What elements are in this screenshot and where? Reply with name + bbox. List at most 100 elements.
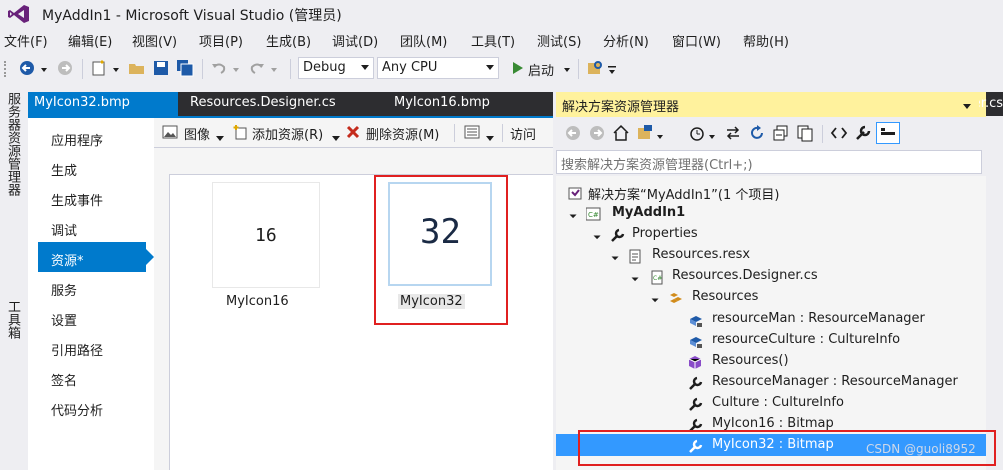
nav-active-arrow-icon: [146, 249, 154, 265]
menu-help[interactable]: 帮助(H): [743, 31, 789, 50]
undo-dropdown-icon[interactable]: [232, 63, 240, 72]
nav-item-code-analysis[interactable]: 代码分析: [51, 400, 103, 419]
overflow-tab[interactable]: er.cs: [979, 96, 1003, 111]
back-icon[interactable]: [564, 124, 582, 142]
forward-icon[interactable]: [588, 124, 606, 142]
nav-item-build[interactable]: 生成: [51, 160, 77, 179]
access-modifier-label: 访问: [510, 128, 537, 143]
start-play-icon[interactable]: [508, 59, 526, 77]
preview-selected-items-icon[interactable]: [876, 122, 900, 144]
chevron-down-icon[interactable]: [332, 131, 340, 141]
chevron-down-icon[interactable]: [963, 104, 971, 109]
menu-window[interactable]: 窗口(W): [672, 31, 721, 50]
property-icon: [688, 397, 703, 412]
solution-explorer-title: 解决方案资源管理器: [562, 100, 680, 115]
thumbnail-image: 16: [255, 225, 277, 246]
forward-icon[interactable]: [56, 59, 74, 77]
menu-build[interactable]: 生成(B): [266, 31, 311, 50]
menu-project[interactable]: 项目(P): [199, 31, 243, 50]
chevron-down-icon[interactable]: [656, 130, 664, 139]
toolbar-separator: [454, 124, 455, 142]
menu-edit[interactable]: 编辑(E): [68, 31, 112, 50]
tree-item-label: MyIcon16 : Bitmap: [712, 416, 834, 431]
toolbox-tab[interactable]: 工具箱: [3, 300, 22, 339]
home-icon[interactable]: [612, 124, 630, 142]
chevron-down-icon: [486, 65, 494, 70]
start-button-label[interactable]: 启动: [528, 60, 554, 79]
view-code-icon[interactable]: [830, 124, 848, 142]
menu-team[interactable]: 团队(M): [400, 31, 447, 50]
show-all-files-icon[interactable]: [796, 124, 814, 142]
csharp-project-icon: C#: [585, 207, 601, 222]
tab-myicon16-bmp[interactable]: MyIcon16.bmp: [388, 92, 496, 116]
open-folder-icon[interactable]: [128, 59, 146, 77]
class-icon: [668, 291, 683, 306]
toolbar-grip-icon: [4, 61, 10, 77]
menu-debug[interactable]: 调试(D): [332, 31, 378, 50]
menu-test[interactable]: 测试(S): [537, 31, 581, 50]
toolbar-separator: [502, 124, 503, 142]
refresh-icon[interactable]: [748, 124, 766, 142]
menu-tools[interactable]: 工具(T): [471, 31, 515, 50]
redo-dropdown-icon[interactable]: [270, 63, 278, 72]
switch-views-icon[interactable]: [636, 124, 654, 142]
add-resource-icon: [232, 124, 248, 140]
resource-type-image[interactable]: 图像: [184, 124, 210, 143]
resource-name-myicon16[interactable]: MyIcon16: [226, 294, 289, 309]
nav-item-settings[interactable]: 设置: [51, 310, 77, 329]
back-dropdown-icon[interactable]: [40, 63, 48, 72]
solution-icon: [568, 186, 583, 201]
chevron-down-icon[interactable]: [486, 131, 494, 141]
resx-file-icon: [628, 249, 643, 264]
standard-toolbar: Debug Any CPU 启动: [0, 53, 1003, 84]
field-icon: [688, 334, 703, 349]
server-explorer-tab[interactable]: 服务器资源管理器: [3, 92, 22, 196]
visual-studio-logo-icon: [8, 4, 30, 24]
tree-item-label: Resources.Designer.cs: [672, 268, 818, 283]
sync-with-active-document-icon[interactable]: [724, 124, 742, 142]
watermark: CSDN @guoli8952: [866, 442, 976, 456]
nav-item-debug[interactable]: 调试: [51, 220, 77, 239]
wrench-icon: [610, 228, 625, 243]
tree-item-label: ResourceManager : ResourceManager: [712, 374, 958, 389]
nav-item-application[interactable]: 应用程序: [51, 130, 103, 149]
remove-resource-button[interactable]: 删除资源(M): [366, 124, 439, 143]
new-dropdown-icon[interactable]: [112, 63, 120, 72]
back-icon[interactable]: [18, 59, 36, 77]
menu-file[interactable]: 文件(F): [4, 31, 48, 50]
cs-file-icon: C#: [650, 270, 665, 285]
add-resource-button[interactable]: 添加资源(R): [252, 124, 323, 143]
views-icon[interactable]: [464, 125, 480, 139]
redo-icon[interactable]: [248, 59, 266, 77]
find-in-files-icon[interactable]: [586, 59, 604, 77]
tree-item-label: MyAddIn1: [612, 205, 686, 220]
nav-item-reference-paths[interactable]: 引用路径: [51, 340, 103, 359]
chevron-down-icon[interactable]: [708, 130, 716, 139]
collapse-all-icon[interactable]: [772, 124, 790, 142]
toolbar-overflow-icon[interactable]: [608, 65, 616, 75]
nav-item-services[interactable]: 服务: [51, 280, 77, 299]
save-icon[interactable]: [152, 59, 170, 77]
pending-changes-filter-icon[interactable]: [688, 124, 706, 142]
nav-item-resources[interactable]: 资源*: [51, 250, 84, 269]
menu-view[interactable]: 视图(V): [132, 31, 177, 50]
undo-icon[interactable]: [210, 59, 228, 77]
properties-wrench-icon[interactable]: [854, 124, 872, 142]
platform-combo[interactable]: Any CPU: [377, 57, 499, 79]
platform-value: Any CPU: [382, 60, 438, 75]
start-dropdown-icon[interactable]: [563, 63, 571, 72]
solution-config-combo[interactable]: Debug: [298, 57, 374, 79]
left-tool-strip: 服务器资源管理器 工具箱: [0, 88, 26, 470]
chevron-down-icon: [361, 65, 369, 70]
chevron-down-icon[interactable]: [216, 131, 224, 141]
menu-analyze[interactable]: 分析(N): [603, 31, 649, 50]
save-all-icon[interactable]: [176, 59, 194, 77]
new-project-icon[interactable]: [90, 59, 108, 77]
nav-item-signing[interactable]: 签名: [51, 370, 77, 389]
tab-resources-designer-cs[interactable]: Resources.Designer.cs: [184, 92, 342, 116]
tab-myicon32-bmp[interactable]: MyIcon32.bmp: [28, 92, 178, 116]
resource-thumbnail-myicon16[interactable]: 16: [212, 182, 320, 288]
nav-item-build-events[interactable]: 生成事件: [51, 190, 103, 209]
red-highlight-box: [374, 175, 508, 325]
svg-text:C#: C#: [588, 211, 599, 219]
